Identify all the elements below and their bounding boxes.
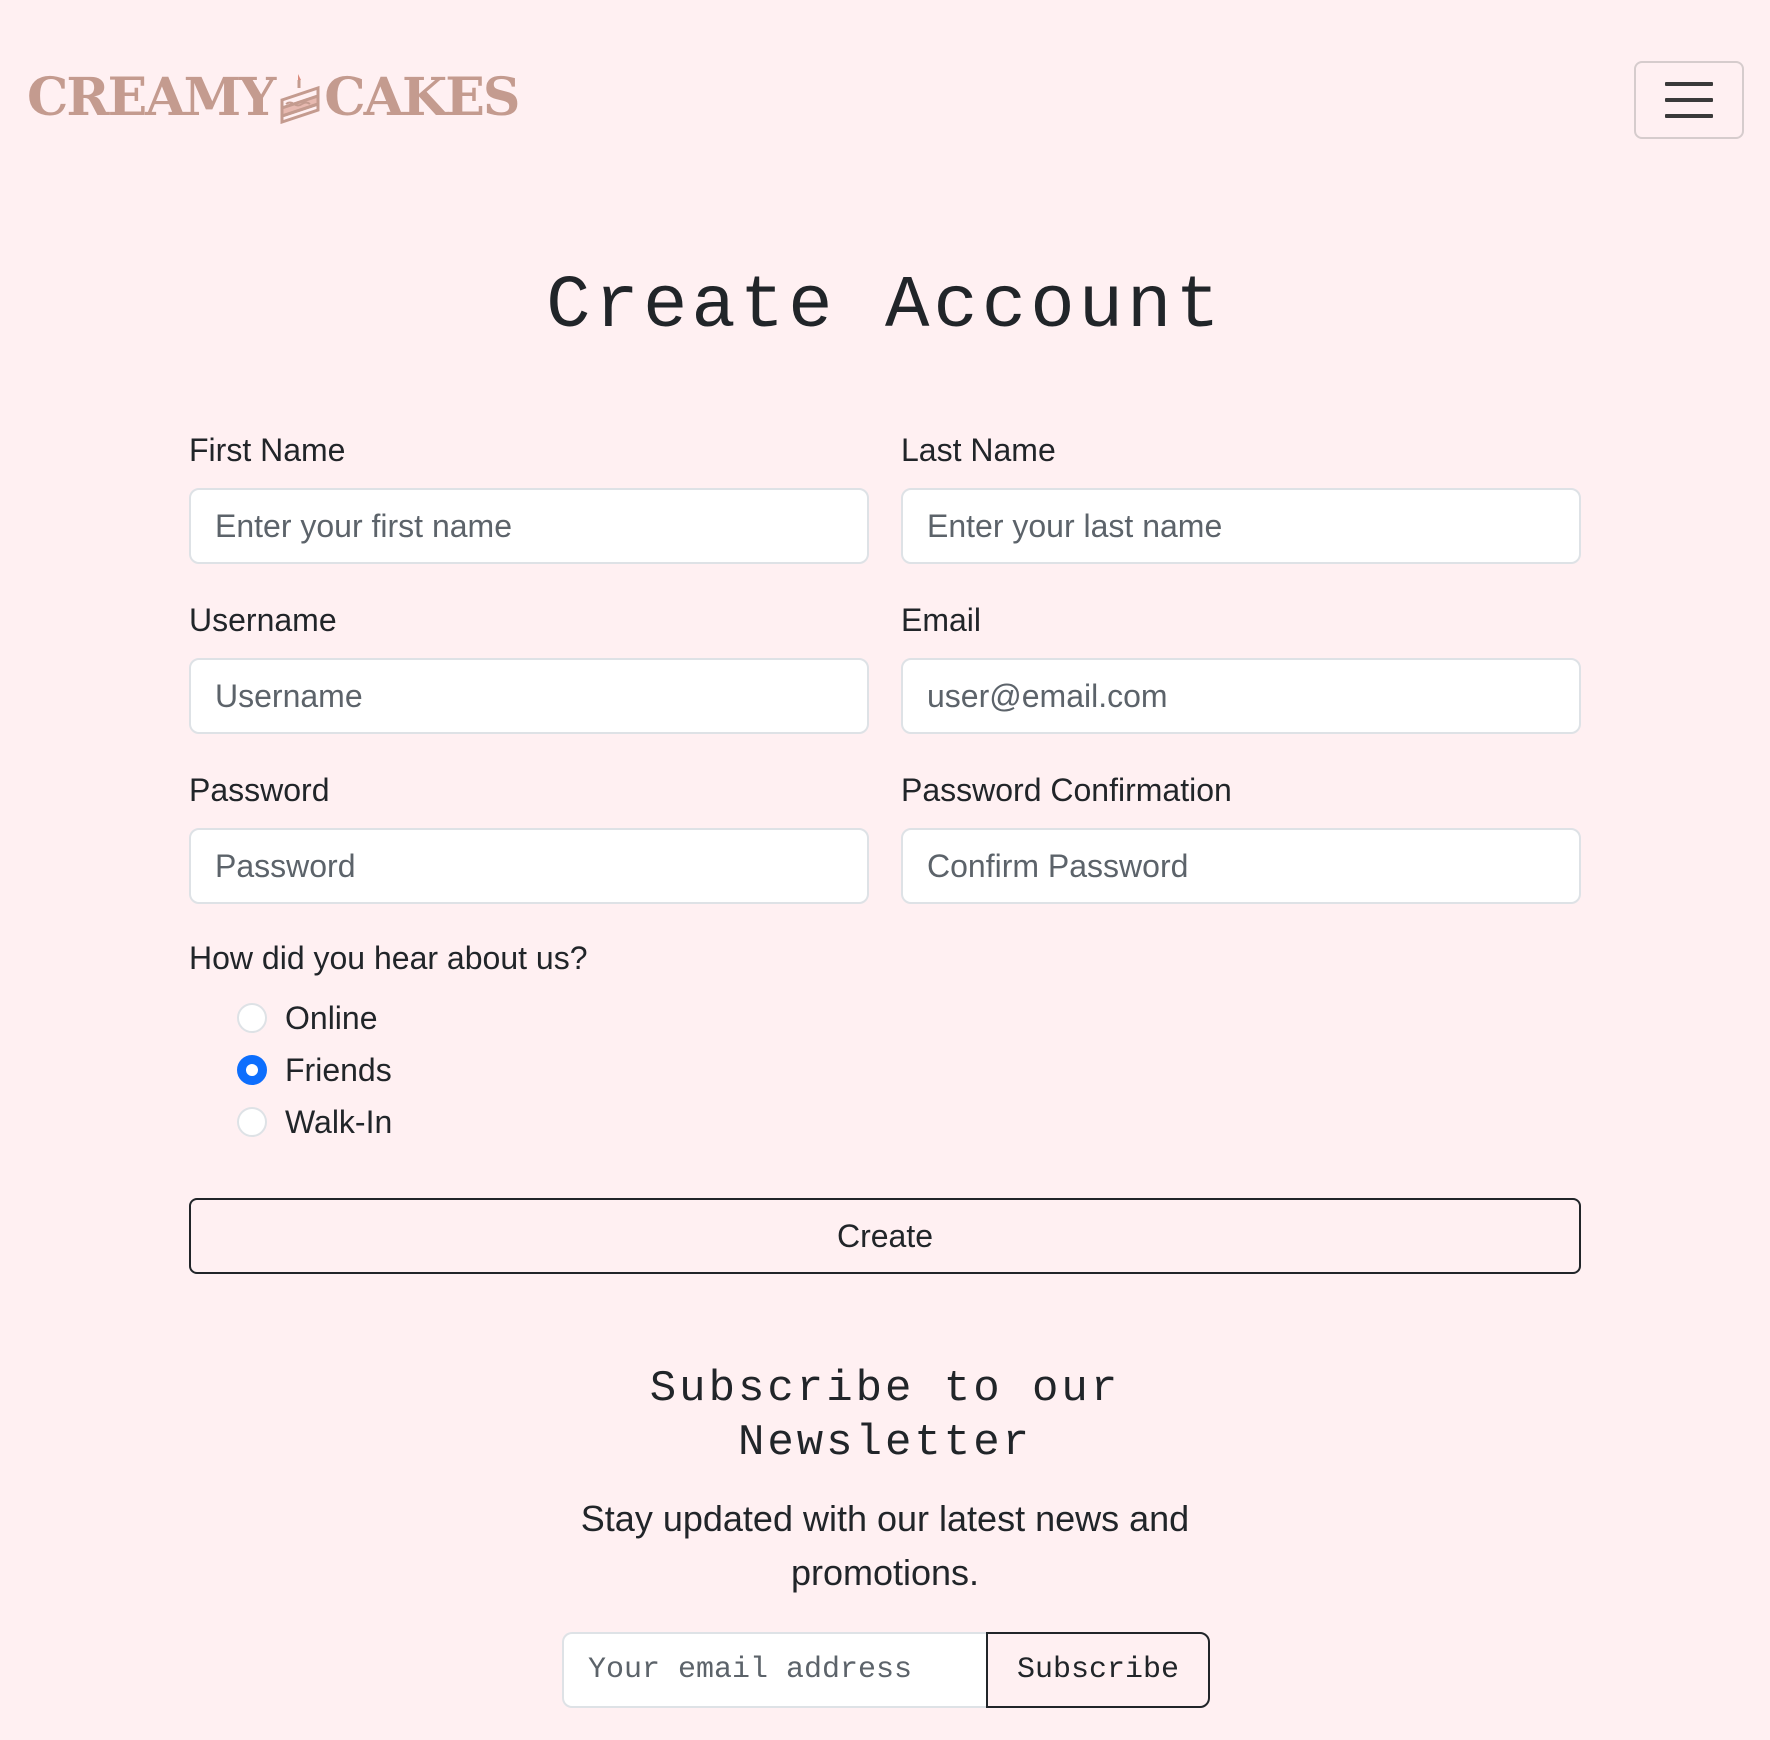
newsletter-email-input[interactable]	[562, 1632, 986, 1708]
newsletter-section: Subscribe to our Newsletter Stay updated…	[0, 1362, 1770, 1708]
password-input[interactable]	[189, 828, 869, 904]
brand-logo[interactable]: CREAMY CAKES	[27, 62, 520, 132]
username-group: Username	[189, 600, 869, 734]
password-label: Password	[189, 772, 330, 808]
newsletter-title: Subscribe to our Newsletter	[649, 1364, 1121, 1468]
create-account-form: First Name Last Name Username Email Pass…	[189, 430, 1581, 1148]
password-row: Password Password Confirmation	[189, 770, 1581, 904]
username-label: Username	[189, 602, 337, 638]
create-button[interactable]: Create	[189, 1198, 1581, 1274]
last-name-label: Last Name	[901, 432, 1056, 468]
hamburger-menu-icon	[1665, 82, 1713, 86]
brand-name-right: CAKES	[324, 66, 520, 128]
hamburger-menu-icon	[1665, 98, 1713, 102]
radio-label-walk-in: Walk-In	[285, 1103, 393, 1140]
cake-slice-icon	[280, 74, 320, 124]
email-group: Email	[901, 600, 1581, 734]
name-row: First Name Last Name	[189, 430, 1581, 564]
password-confirmation-label: Password Confirmation	[901, 772, 1232, 808]
referral-option-friends[interactable]: Friends	[237, 1044, 1581, 1096]
first-name-label: First Name	[189, 432, 346, 468]
brand-name-left: CREAMY	[27, 66, 276, 128]
radio-friends[interactable]	[237, 1055, 267, 1085]
last-name-group: Last Name	[901, 430, 1581, 564]
first-name-group: First Name	[189, 430, 869, 564]
first-name-input[interactable]	[189, 488, 869, 564]
navbar: CREAMY CAKES	[0, 0, 1770, 200]
subscribe-form: Subscribe	[562, 1632, 1210, 1708]
referral-options: Online Friends Walk-In	[237, 992, 1581, 1148]
username-input[interactable]	[189, 658, 869, 734]
radio-online[interactable]	[237, 1003, 267, 1033]
email-label: Email	[901, 602, 982, 638]
referral-group: How did you hear about us? Online Friend…	[189, 938, 1581, 1148]
password-confirmation-group: Password Confirmation	[901, 770, 1581, 904]
referral-option-online[interactable]: Online	[237, 992, 1581, 1044]
page-title: Create Account	[546, 265, 1224, 349]
account-row: Username Email	[189, 600, 1581, 734]
newsletter-description: Stay updated with our latest news and pr…	[580, 1498, 1190, 1593]
radio-walk-in[interactable]	[237, 1107, 267, 1137]
hamburger-menu-button[interactable]	[1634, 61, 1744, 139]
radio-label-online: Online	[285, 999, 378, 1036]
password-group: Password	[189, 770, 869, 904]
radio-label-friends: Friends	[285, 1051, 392, 1088]
password-confirmation-input[interactable]	[901, 828, 1581, 904]
referral-label: How did you hear about us?	[189, 940, 588, 976]
subscribe-button[interactable]: Subscribe	[986, 1632, 1210, 1708]
email-input[interactable]	[901, 658, 1581, 734]
last-name-input[interactable]	[901, 488, 1581, 564]
referral-option-walk-in[interactable]: Walk-In	[237, 1096, 1581, 1148]
hamburger-menu-icon	[1665, 114, 1713, 118]
